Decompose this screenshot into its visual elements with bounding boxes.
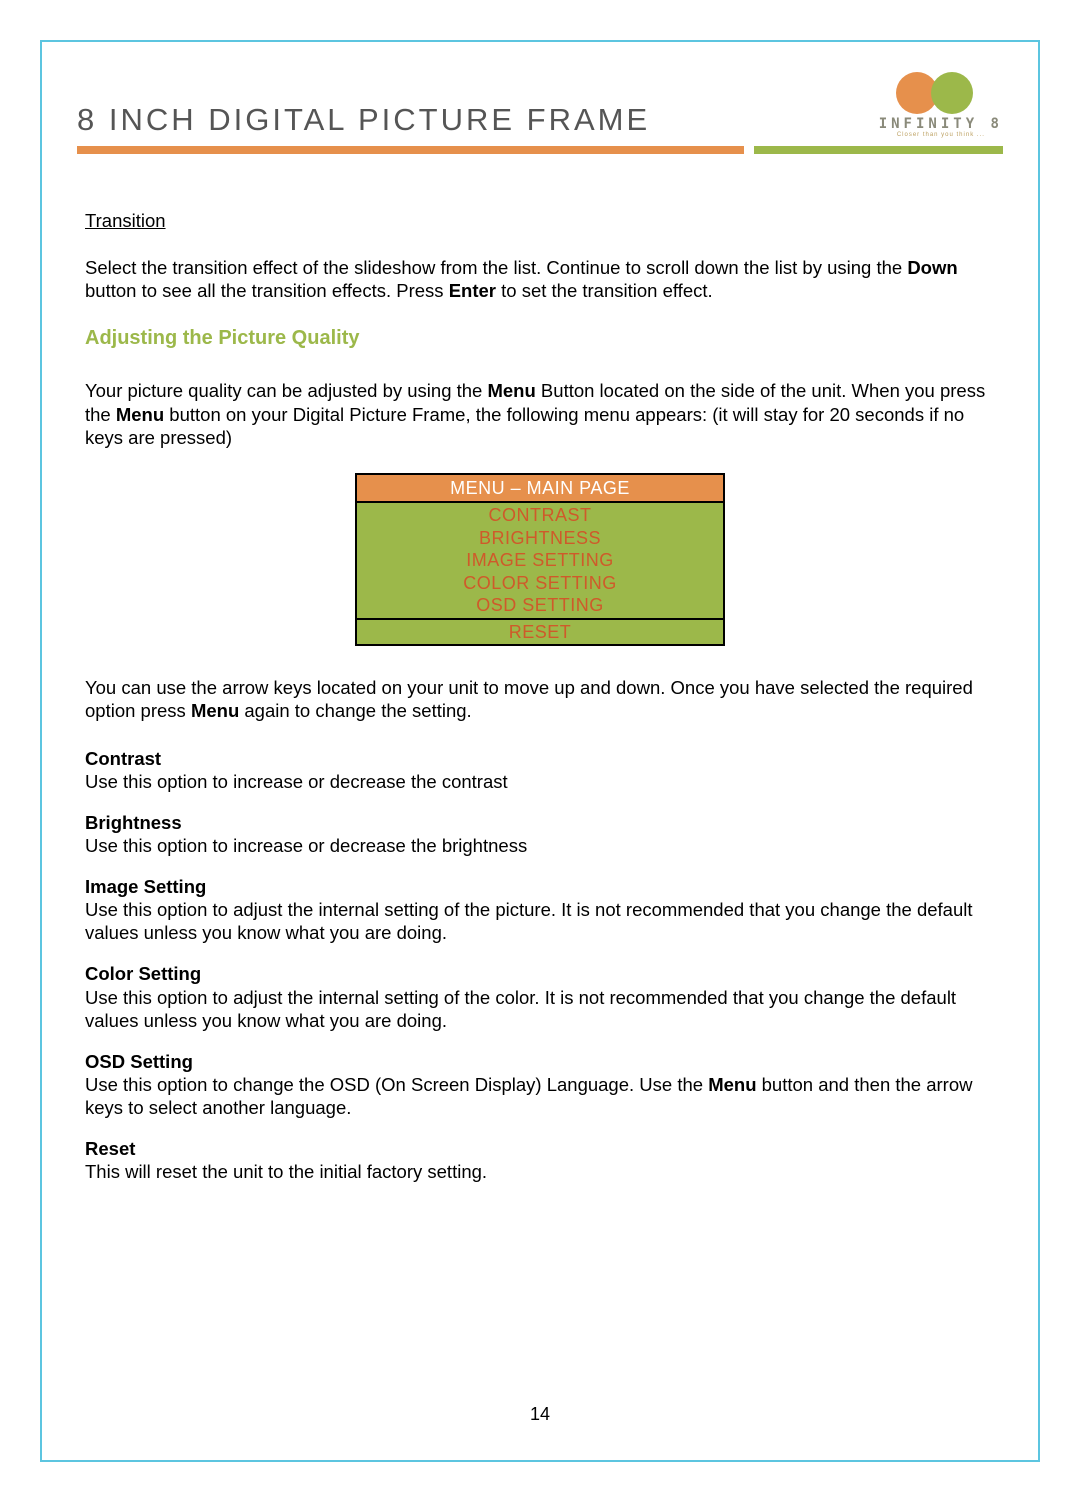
- option-body: Use this option to increase or decrease …: [85, 834, 995, 857]
- header: 8 INCH DIGITAL PICTURE FRAME INFINITY 8 …: [77, 72, 1003, 138]
- page-frame: 8 INCH DIGITAL PICTURE FRAME INFINITY 8 …: [40, 40, 1040, 1462]
- menu-item: CONTRAST: [357, 504, 723, 527]
- option-osd-setting: OSD Setting Use this option to change th…: [85, 1050, 995, 1119]
- option-title: Brightness: [85, 811, 995, 834]
- option-body: Use this option to increase or decrease …: [85, 770, 995, 793]
- option-brightness: Brightness Use this option to increase o…: [85, 811, 995, 857]
- menu-table-footer-row: RESET: [356, 619, 724, 646]
- header-divider: [77, 146, 1003, 154]
- menu-table-header-row: MENU – MAIN PAGE: [356, 474, 724, 503]
- page-title: 8 INCH DIGITAL PICTURE FRAME: [77, 102, 650, 138]
- option-body: Use this option to adjust the internal s…: [85, 986, 995, 1032]
- divider-orange: [77, 146, 744, 154]
- logo-tagline: Closer than you think ...: [897, 132, 985, 138]
- menu-table-body-row: CONTRAST BRIGHTNESS IMAGE SETTING COLOR …: [356, 502, 724, 619]
- menu-table: MENU – MAIN PAGE CONTRAST BRIGHTNESS IMA…: [355, 473, 725, 647]
- page-number: 14: [42, 1404, 1038, 1425]
- logo-text: INFINITY 8: [879, 116, 1003, 132]
- text: button on your Digital Picture Frame, th…: [85, 404, 964, 448]
- adjusting-intro: Your picture quality can be adjusted by …: [85, 379, 995, 448]
- logo-circle-green-icon: [931, 72, 973, 114]
- option-color-setting: Color Setting Use this option to adjust …: [85, 962, 995, 1031]
- option-body: Use this option to adjust the internal s…: [85, 898, 995, 944]
- menu-table-footer: RESET: [356, 619, 724, 646]
- option-title: Contrast: [85, 747, 995, 770]
- menu-item: IMAGE SETTING: [357, 549, 723, 572]
- text: Use this option to change the OSD (On Sc…: [85, 1074, 708, 1095]
- option-title: OSD Setting: [85, 1050, 995, 1073]
- menu-item: BRIGHTNESS: [357, 527, 723, 550]
- bold-down: Down: [907, 257, 957, 278]
- after-table-paragraph: You can use the arrow keys located on yo…: [85, 676, 995, 722]
- transition-paragraph: Select the transition effect of the slid…: [85, 256, 995, 302]
- option-title: Image Setting: [85, 875, 995, 898]
- adjusting-heading: Adjusting the Picture Quality: [85, 326, 995, 351]
- text: Select the transition effect of the slid…: [85, 257, 907, 278]
- option-body: Use this option to change the OSD (On Sc…: [85, 1073, 995, 1119]
- bold-menu: Menu: [487, 380, 535, 401]
- text: button to see all the transition effects…: [85, 280, 449, 301]
- text: to set the transition effect.: [496, 280, 713, 301]
- option-title: Color Setting: [85, 962, 995, 985]
- bold-menu: Menu: [116, 404, 164, 425]
- text: again to change the setting.: [239, 700, 471, 721]
- menu-table-header: MENU – MAIN PAGE: [356, 474, 724, 503]
- menu-item: COLOR SETTING: [357, 572, 723, 595]
- transition-heading: Transition: [85, 209, 995, 232]
- menu-table-items: CONTRAST BRIGHTNESS IMAGE SETTING COLOR …: [356, 502, 724, 619]
- logo: INFINITY 8 Closer than you think ...: [879, 72, 1003, 138]
- bold-menu: Menu: [708, 1074, 756, 1095]
- menu-item: OSD SETTING: [357, 594, 723, 617]
- option-body: This will reset the unit to the initial …: [85, 1160, 995, 1183]
- text: Your picture quality can be adjusted by …: [85, 380, 487, 401]
- bold-menu: Menu: [191, 700, 239, 721]
- divider-green: [754, 146, 1003, 154]
- logo-icon: [896, 72, 986, 112]
- bold-enter: Enter: [449, 280, 496, 301]
- option-image-setting: Image Setting Use this option to adjust …: [85, 875, 995, 944]
- option-title: Reset: [85, 1137, 995, 1160]
- content-area: Transition Select the transition effect …: [77, 209, 1003, 1183]
- option-reset: Reset This will reset the unit to the in…: [85, 1137, 995, 1183]
- option-contrast: Contrast Use this option to increase or …: [85, 747, 995, 793]
